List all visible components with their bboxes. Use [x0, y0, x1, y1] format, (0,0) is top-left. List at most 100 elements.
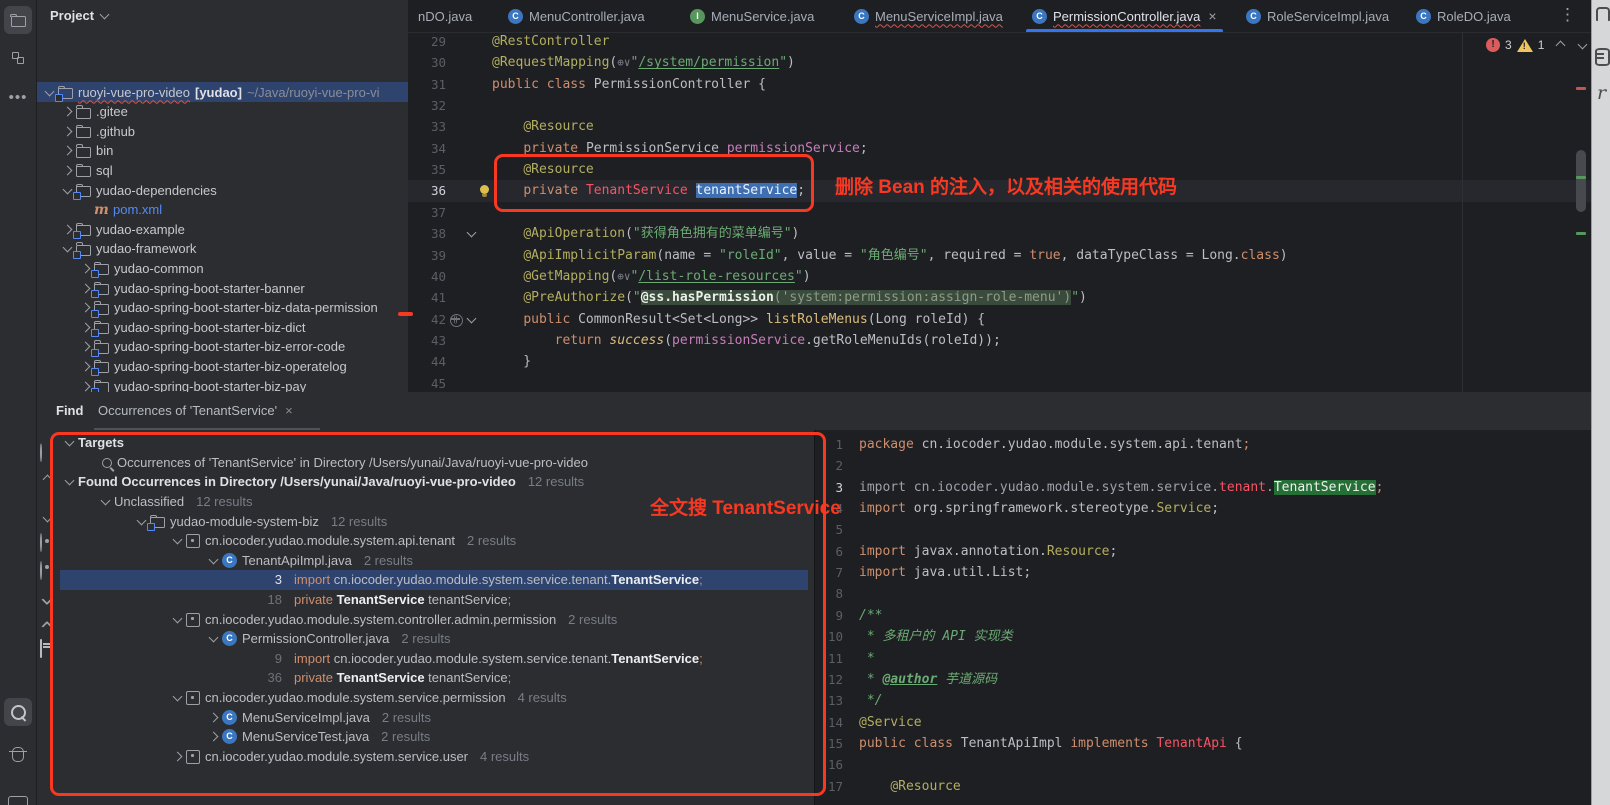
- chevron-down-icon[interactable]: [173, 535, 183, 545]
- preview-line-5[interactable]: 5: [815, 519, 1592, 540]
- find-result-row[interactable]: 18private TenantService tenantService;: [60, 590, 808, 610]
- code-line-30[interactable]: 30@RequestMapping(⊕∨"/system/permission"…: [408, 52, 1591, 73]
- find-tree-node[interactable]: cn.iocoder.yudao.module.system.api.tenan…: [60, 531, 808, 551]
- chevron-right-icon[interactable]: [81, 283, 91, 293]
- preview-line-6[interactable]: 6import javax.annotation.Resource;: [815, 541, 1592, 562]
- chevron-down-icon[interactable]: [209, 633, 219, 643]
- preview-line-2[interactable]: 2: [815, 455, 1592, 476]
- find-tree-node[interactable]: cn.iocoder.yudao.module.system.service.u…: [60, 747, 808, 767]
- code-line-37[interactable]: 37: [408, 202, 1591, 223]
- find-result-row[interactable]: 9import cn.iocoder.yudao.module.system.s…: [60, 649, 808, 669]
- chevron-right-icon[interactable]: [63, 146, 73, 156]
- project-tool-button[interactable]: [4, 6, 32, 34]
- code-line-42[interactable]: 42 public CommonResult<Set<Long>> listRo…: [408, 309, 1591, 330]
- chevron-down-icon[interactable]: [173, 692, 183, 702]
- find-tree-node[interactable]: cn.iocoder.yudao.module.system.controlle…: [60, 609, 808, 629]
- close-icon[interactable]: ×: [1208, 8, 1216, 24]
- chevron-down-icon[interactable]: [173, 613, 183, 623]
- preview-editor[interactable]: 1package cn.iocoder.yudao.module.system.…: [814, 430, 1592, 805]
- preview-line-13[interactable]: 13 */: [815, 690, 1592, 711]
- find-result-row[interactable]: 36private TenantService tenantService;: [60, 668, 808, 688]
- chevron-right-icon[interactable]: [81, 342, 91, 352]
- code-line-33[interactable]: 33 @Resource: [408, 116, 1591, 137]
- preview-line-12[interactable]: 12 * @author 芋道源码: [815, 669, 1592, 690]
- search-tool-button[interactable]: [4, 698, 32, 726]
- debug-tool-button[interactable]: [4, 740, 32, 768]
- find-tab[interactable]: Occurrences of 'TenantService' ×: [98, 403, 293, 418]
- find-result-row[interactable]: 3import cn.iocoder.yudao.module.system.s…: [60, 570, 808, 590]
- chevron-right-icon[interactable]: [63, 224, 73, 234]
- code-line-39[interactable]: 39 @ApiImplicitParam(name = "roleId", va…: [408, 245, 1591, 266]
- editor-scrollbar-thumb[interactable]: [1576, 150, 1586, 212]
- project-tree-item[interactable]: sql: [36, 160, 408, 180]
- chevron-right-icon[interactable]: [63, 107, 73, 117]
- preview-line-3[interactable]: 3import cn.iocoder.yudao.module.system.s…: [815, 477, 1592, 498]
- chevron-down-icon[interactable]: [137, 515, 147, 525]
- project-tree-item[interactable]: .github: [36, 121, 408, 141]
- arrow-down-icon[interactable]: [40, 504, 56, 520]
- project-tree-item[interactable]: yudao-spring-boot-starter-biz-dict: [36, 317, 408, 337]
- code-line-38[interactable]: 38 @ApiOperation("获得角色拥有的菜单编号"): [408, 223, 1591, 244]
- gear-icon[interactable]: [40, 534, 56, 550]
- preview-line-9[interactable]: 9/**: [815, 605, 1592, 626]
- project-tree-item[interactable]: .gitee: [36, 102, 408, 122]
- structure-tool-button[interactable]: [4, 44, 32, 72]
- chevron-right-icon[interactable]: [173, 751, 183, 761]
- intention-bulb-icon[interactable]: [480, 185, 489, 194]
- find-tree-node[interactable]: cn.iocoder.yudao.module.system.service.p…: [60, 688, 808, 708]
- find-tree-node[interactable]: CPermissionController.java2 results: [60, 629, 808, 649]
- scrollbar-change-mark[interactable]: [1576, 232, 1586, 235]
- find-tree-node[interactable]: Targets: [60, 433, 808, 453]
- project-tree-item[interactable]: yudao-dependencies: [36, 180, 408, 200]
- preview-line-4[interactable]: 4import org.springframework.stereotype.S…: [815, 498, 1592, 519]
- chevron-right-icon[interactable]: [81, 361, 91, 371]
- chevron-right-icon[interactable]: [81, 263, 91, 273]
- preview-toggle-icon[interactable]: [40, 640, 56, 656]
- chevron-right-icon[interactable]: [209, 712, 219, 722]
- terminal-tool-button[interactable]: [4, 788, 32, 805]
- refresh-icon[interactable]: [40, 444, 56, 460]
- project-tree-item[interactable]: bin: [36, 141, 408, 161]
- chevron-down-icon[interactable]: [65, 476, 75, 486]
- code-line-44[interactable]: 44 }: [408, 351, 1591, 372]
- preview-line-11[interactable]: 11 *: [815, 648, 1592, 669]
- project-tree-item[interactable]: yudao-spring-boot-starter-biz-operatelog: [36, 356, 408, 376]
- chevron-down-icon[interactable]: [65, 437, 75, 447]
- project-tree-item[interactable]: ruoyi-vue-pro-video[yudao]~/Java/ruoyi-v…: [36, 82, 408, 102]
- preview-line-1[interactable]: 1package cn.iocoder.yudao.module.system.…: [815, 434, 1592, 455]
- find-tree-node[interactable]: Occurrences of 'TenantService' in Direct…: [60, 453, 808, 473]
- project-tree-item[interactable]: yudao-common: [36, 258, 408, 278]
- tab-nDO.java[interactable]: nDO.java: [410, 0, 480, 32]
- project-tree-item[interactable]: yudao-example: [36, 219, 408, 239]
- chevron-down-icon[interactable]: [63, 243, 73, 253]
- collapse-all-icon[interactable]: [40, 616, 56, 632]
- code-line-31[interactable]: 31public class PermissionController {: [408, 74, 1591, 95]
- chevron-right-icon[interactable]: [81, 322, 91, 332]
- scrollbar-error-mark[interactable]: [1576, 87, 1586, 90]
- code-line-41[interactable]: 41 @PreAuthorize("@ss.hasPermission('sys…: [408, 287, 1591, 308]
- chevron-right-icon[interactable]: [81, 381, 91, 391]
- scrollbar-change-mark[interactable]: [1576, 176, 1586, 179]
- preview-line-14[interactable]: 14@Service: [815, 712, 1592, 733]
- project-tree-item[interactable]: yudao-spring-boot-starter-banner: [36, 278, 408, 298]
- expand-all-icon[interactable]: [40, 590, 56, 606]
- tab-RoleServiceImpl.java[interactable]: CRoleServiceImpl.java: [1238, 0, 1397, 32]
- code-line-40[interactable]: 40 @GetMapping(⊕∨"/list-role-resources"): [408, 266, 1591, 287]
- code-line-43[interactable]: 43 return success(permissionService.getR…: [408, 330, 1591, 351]
- preview-line-10[interactable]: 10 * 多租户的 API 实现类: [815, 626, 1592, 647]
- more-tools-button[interactable]: •••: [4, 84, 32, 112]
- find-tree-node[interactable]: CMenuServiceImpl.java2 results: [60, 707, 808, 727]
- code-line-32[interactable]: 32: [408, 95, 1591, 116]
- chevron-right-icon[interactable]: [63, 165, 73, 175]
- preview-line-15[interactable]: 15public class TenantApiImpl implements …: [815, 733, 1592, 754]
- code-line-45[interactable]: 45: [408, 373, 1591, 393]
- code-line-29[interactable]: 29@RestController: [408, 31, 1591, 52]
- preview-line-17[interactable]: 17 @Resource: [815, 776, 1592, 797]
- next-problem-icon[interactable]: [1578, 39, 1588, 49]
- find-tree-node[interactable]: CMenuServiceTest.java2 results: [60, 727, 808, 747]
- project-tree-item[interactable]: yudao-spring-boot-starter-biz-data-permi…: [36, 298, 408, 318]
- close-icon[interactable]: ×: [285, 403, 293, 418]
- chevron-down-icon[interactable]: [209, 554, 219, 564]
- project-tree-item[interactable]: yudao-framework: [36, 239, 408, 259]
- find-tree-node[interactable]: Found Occurrences in Directory /Users/yu…: [60, 472, 808, 492]
